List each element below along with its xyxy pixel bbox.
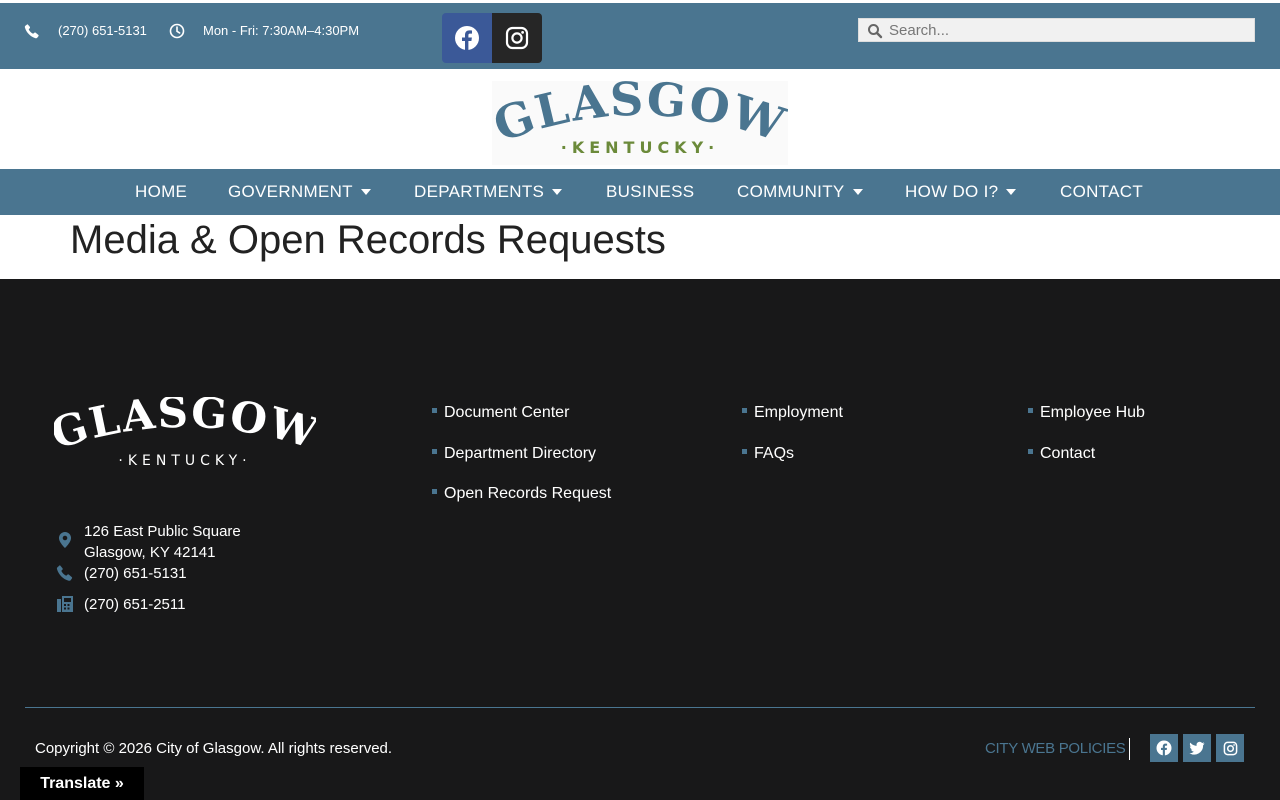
footer-fax: (270) 651-2511: [84, 596, 186, 613]
facebook-icon: [455, 26, 479, 50]
glasgow-logo[interactable]: GLASGOW ·KENTUCKY·: [492, 81, 788, 165]
footer-twitter-button[interactable]: [1183, 734, 1211, 762]
address-line2: Glasgow, KY 42141: [84, 544, 216, 561]
bullet: [432, 489, 437, 495]
footer-address: 126 East Public Square Glasgow, KY 42141: [56, 521, 316, 563]
footer-phone[interactable]: (270) 651-5131: [84, 563, 187, 584]
bullet: [742, 449, 747, 455]
top-bar: (270) 651-5131 Mon - Fri: 7:30AM–4:30PM: [0, 3, 1280, 69]
facebook-button[interactable]: [442, 13, 492, 63]
nav-contact-label: CONTACT: [1060, 182, 1143, 201]
svg-text:GLASGOW: GLASGOW: [54, 397, 316, 459]
nav-community[interactable]: COMMUNITY: [737, 169, 863, 215]
footer-instagram-button[interactable]: [1216, 734, 1244, 762]
nav-government[interactable]: GOVERNMENT: [228, 169, 371, 215]
clock-icon: [169, 23, 185, 39]
footer-fax-row: (270) 651-2511: [56, 594, 256, 615]
topbar-phone[interactable]: (270) 651-5131: [58, 23, 147, 39]
nav-business-label: BUSINESS: [606, 182, 695, 201]
nav-departments-label: DEPARTMENTS: [414, 182, 545, 201]
bullet: [432, 408, 437, 414]
nav-departments[interactable]: DEPARTMENTS: [414, 169, 563, 215]
nav-how-do-i-label: HOW DO I?: [905, 182, 999, 201]
copyright-text: Copyright © 2026 City of Glasgow. All ri…: [35, 740, 393, 757]
footer-link-employment[interactable]: Employment: [742, 403, 843, 423]
footer-link-employee-hub[interactable]: Employee Hub: [1028, 403, 1145, 423]
svg-text:·KENTUCKY·: ·KENTUCKY·: [118, 453, 251, 469]
svg-text:·KENTUCKY·: ·KENTUCKY·: [561, 138, 720, 157]
footer-link-document-center[interactable]: Document Center: [432, 403, 569, 423]
main-nav: HOME GOVERNMENT DEPARTMENTS BUSINESS COM…: [0, 169, 1280, 215]
address-line1: 126 East Public Square: [84, 523, 241, 540]
footer-link-contact[interactable]: Contact: [1028, 444, 1095, 464]
phone-icon: [24, 24, 39, 39]
translate-button[interactable]: Translate »: [20, 767, 144, 800]
nav-home-label: HOME: [135, 182, 188, 201]
fax-icon: [57, 596, 73, 612]
caret-down-icon: [360, 188, 371, 195]
nav-contact[interactable]: CONTACT: [1060, 169, 1143, 215]
bullet: [432, 449, 437, 455]
footer-link-open-records-request[interactable]: Open Records Request: [432, 484, 611, 504]
bullet: [1028, 408, 1033, 414]
link-label: Contact: [1040, 445, 1096, 462]
link-label: Employee Hub: [1040, 404, 1145, 421]
twitter-icon: [1189, 741, 1205, 755]
link-label: Department Directory: [444, 445, 597, 462]
facebook-icon: [1156, 740, 1172, 756]
footer-glasgow-logo[interactable]: GLASGOW ·KENTUCKY·: [54, 397, 316, 473]
search-icon[interactable]: [867, 23, 883, 39]
bullet: [1028, 449, 1033, 455]
caret-down-icon: [1006, 188, 1017, 195]
link-label: Document Center: [444, 404, 570, 421]
instagram-icon: [1223, 741, 1237, 755]
footer-divider: [25, 707, 1255, 708]
nav-government-label: GOVERNMENT: [228, 182, 353, 201]
nav-business[interactable]: BUSINESS: [606, 169, 694, 215]
footer-link-faqs[interactable]: FAQs: [742, 444, 794, 464]
link-label: Open Records Request: [444, 485, 612, 502]
map-pin-icon: [59, 532, 71, 548]
link-label: Employment: [754, 404, 843, 421]
nav-community-label: COMMUNITY: [737, 182, 845, 201]
bullet: [742, 408, 747, 414]
instagram-button[interactable]: [492, 13, 542, 63]
page-title: Media & Open Records Requests: [70, 218, 666, 262]
nav-home[interactable]: HOME: [135, 169, 187, 215]
header-logo-band: GLASGOW ·KENTUCKY·: [0, 69, 1280, 169]
search-input[interactable]: [889, 19, 1249, 41]
divider: [1129, 738, 1130, 760]
search-box: [858, 18, 1255, 42]
footer-link-department-directory[interactable]: Department Directory: [432, 444, 596, 464]
site-footer: GLASGOW ·KENTUCKY· 126 East Public Squar…: [0, 279, 1280, 800]
phone-icon: [56, 565, 73, 581]
link-label: FAQs: [754, 445, 795, 462]
footer-facebook-button[interactable]: [1150, 734, 1178, 762]
footer-phone-row: (270) 651-5131: [56, 563, 256, 584]
city-web-policies-link[interactable]: CITY WEB POLICIES: [985, 739, 1126, 759]
nav-how-do-i[interactable]: HOW DO I?: [905, 169, 1017, 215]
instagram-icon: [505, 26, 529, 50]
office-hours: Mon - Fri: 7:30AM–4:30PM: [203, 23, 360, 38]
caret-down-icon: [552, 188, 563, 195]
caret-down-icon: [852, 188, 863, 195]
